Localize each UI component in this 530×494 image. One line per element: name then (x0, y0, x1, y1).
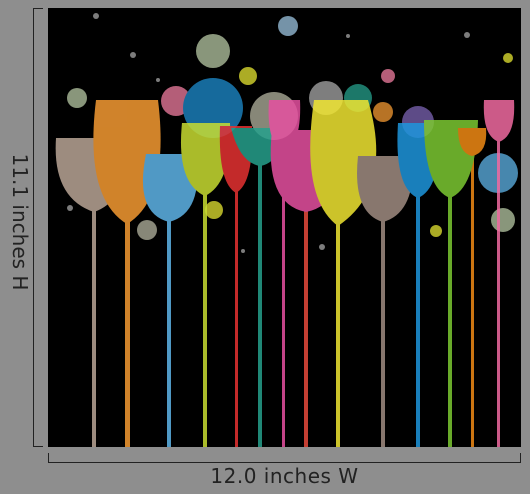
dot (130, 52, 136, 58)
dot (67, 205, 73, 211)
bubble (67, 88, 87, 108)
bubble (278, 16, 298, 36)
dot (319, 244, 325, 250)
bubble (491, 208, 515, 232)
glass-stem (235, 188, 238, 447)
glass-stem (203, 188, 207, 447)
glass-stem (381, 218, 385, 447)
artwork-canvas (48, 8, 521, 447)
glass-stem (497, 138, 500, 447)
glass-stem (258, 158, 262, 447)
width-label: 12.0 inches W (210, 464, 359, 488)
glass-bowl (483, 100, 515, 142)
width-dimension-line (48, 452, 521, 463)
bubble (196, 34, 230, 68)
bubble (381, 69, 395, 83)
glass-stem (448, 193, 452, 447)
bubble (373, 102, 393, 122)
dot (93, 13, 99, 19)
height-dimension-line (33, 8, 44, 447)
height-label: 11.1 inches H (8, 153, 32, 291)
glass-stem (416, 193, 420, 447)
glass-stem (92, 178, 96, 447)
glass-stem (471, 153, 474, 447)
dot (346, 34, 350, 38)
glass-stem (336, 218, 340, 447)
wine-glasses-illustration (55, 13, 518, 447)
dot (241, 249, 245, 253)
dot (464, 32, 470, 38)
dot (156, 78, 160, 82)
glass-stem (304, 208, 308, 447)
bubble (137, 220, 157, 240)
bubble (430, 225, 442, 237)
glass-stem (125, 208, 130, 447)
bubble (503, 53, 513, 63)
bubble (205, 201, 223, 219)
glass-stem (167, 208, 171, 447)
bubble (239, 67, 257, 85)
